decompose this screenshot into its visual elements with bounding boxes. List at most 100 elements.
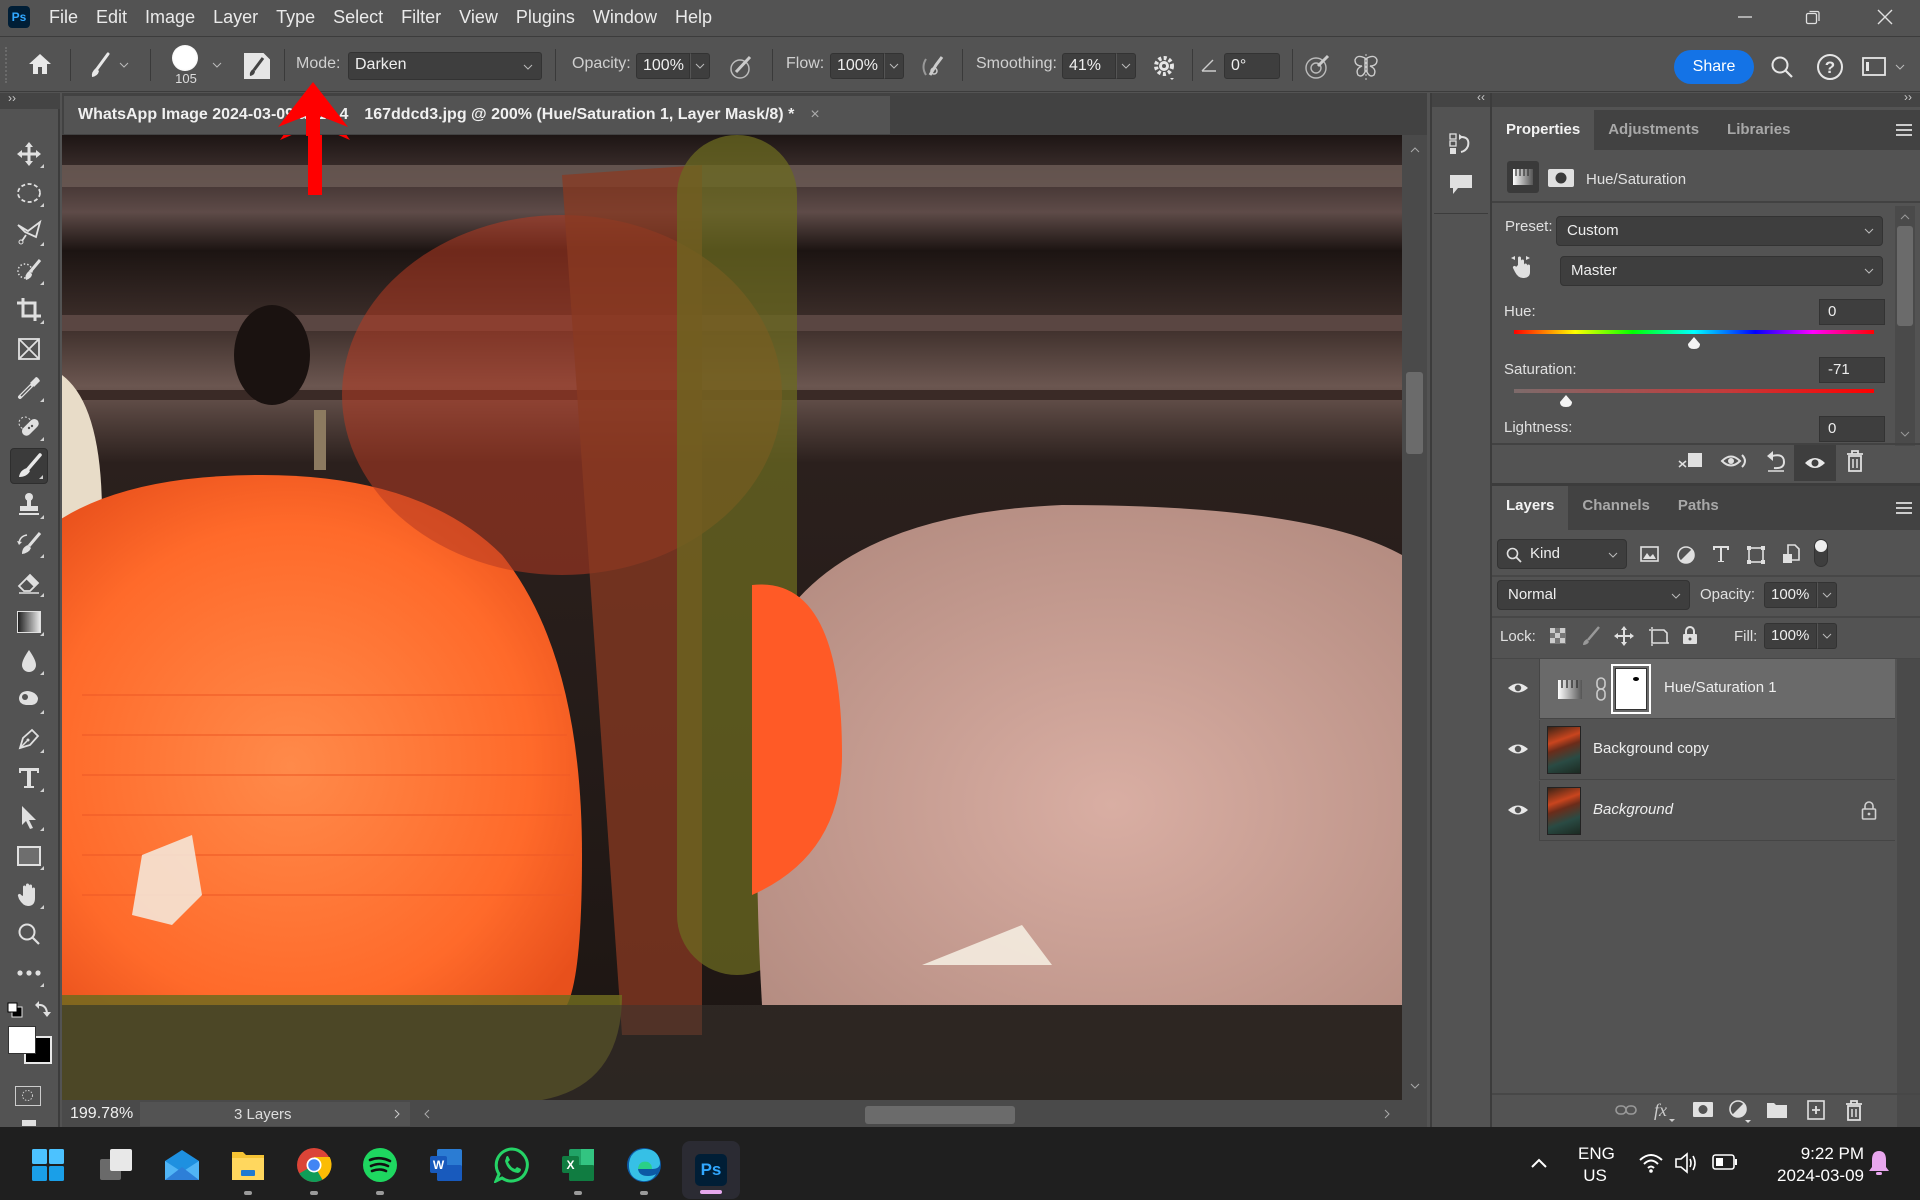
- filter-type-layers[interactable]: [1712, 545, 1730, 563]
- new-adjustment-layer-icon[interactable]: [1728, 1099, 1752, 1123]
- blend-mode-dropdown[interactable]: Normal: [1497, 580, 1690, 610]
- layers-panel-menu-icon[interactable]: [1896, 502, 1912, 514]
- tool-preset-picker[interactable]: [90, 51, 130, 79]
- layer-opacity-field[interactable]: 100%: [1764, 582, 1817, 608]
- start-button[interactable]: [28, 1145, 68, 1185]
- lightness-value-field[interactable]: 0: [1819, 416, 1885, 442]
- hue-slider-thumb[interactable]: [1687, 337, 1701, 349]
- menu-layer[interactable]: Layer: [204, 0, 267, 34]
- hue-value-field[interactable]: 0: [1819, 299, 1885, 325]
- toolbar-collapse-toggle[interactable]: ››: [0, 91, 60, 109]
- share-button[interactable]: Share: [1674, 50, 1754, 84]
- path-selection-tool[interactable]: [10, 799, 48, 835]
- menu-view[interactable]: View: [450, 0, 507, 34]
- targeted-adjustment-tool[interactable]: [1510, 253, 1534, 279]
- layer-visibility-eye-icon[interactable]: [1507, 741, 1529, 757]
- eraser-tool[interactable]: [10, 565, 48, 601]
- tab-properties[interactable]: Properties: [1492, 110, 1595, 150]
- taskbar-whatsapp[interactable]: [492, 1145, 532, 1185]
- zoom-tool[interactable]: [10, 916, 48, 952]
- layer-row-background[interactable]: Background: [1495, 781, 1895, 841]
- reset-adjustment-button[interactable]: [1764, 449, 1790, 473]
- menu-help[interactable]: Help: [666, 0, 721, 34]
- battery-icon[interactable]: [1712, 1154, 1738, 1170]
- menu-image[interactable]: Image: [136, 0, 204, 34]
- layer-row-hue-saturation-1[interactable]: Hue/Saturation 1: [1495, 659, 1895, 719]
- menu-file[interactable]: File: [40, 0, 87, 34]
- taskbar-mail[interactable]: [162, 1145, 202, 1185]
- foreground-color-swatch[interactable]: [8, 1026, 36, 1054]
- taskbar-spotify[interactable]: [360, 1145, 400, 1185]
- tab-adjustments[interactable]: Adjustments: [1594, 110, 1713, 150]
- dodge-tool[interactable]: [10, 682, 48, 718]
- layer-row-background-copy[interactable]: Background copy: [1495, 720, 1895, 780]
- minimize-button[interactable]: [1710, 0, 1780, 34]
- filter-adjustment-layers[interactable]: [1676, 545, 1696, 565]
- horizontal-scroll-thumb[interactable]: [865, 1106, 1015, 1124]
- menu-type[interactable]: Type: [267, 0, 324, 34]
- gradient-tool[interactable]: [10, 604, 48, 640]
- mask-properties-button[interactable]: [1548, 169, 1574, 187]
- layer-opacity-dropdown[interactable]: [1817, 582, 1837, 608]
- brush-picker-dropdown[interactable]: [212, 61, 222, 69]
- polygonal-lasso-tool[interactable]: [10, 214, 48, 250]
- fill-dropdown[interactable]: [1817, 623, 1837, 649]
- mask-link-chain-icon[interactable]: [1594, 677, 1608, 701]
- wifi-icon[interactable]: [1638, 1152, 1664, 1174]
- fill-field[interactable]: 100%: [1764, 623, 1817, 649]
- help-button[interactable]: ?: [1816, 53, 1844, 81]
- lock-all[interactable]: [1682, 625, 1698, 645]
- close-window-button[interactable]: [1850, 0, 1920, 34]
- link-layers-icon[interactable]: [1615, 1101, 1637, 1119]
- hand-tool[interactable]: [10, 877, 48, 913]
- saturation-value-field[interactable]: -71: [1819, 357, 1885, 383]
- history-brush-tool[interactable]: [10, 526, 48, 562]
- smoothing-field[interactable]: 41%: [1062, 53, 1116, 79]
- layer-visibility-eye-icon[interactable]: [1507, 802, 1529, 818]
- home-button[interactable]: [28, 53, 52, 75]
- rectangle-tool[interactable]: [10, 838, 48, 874]
- brush-size-preview-icon[interactable]: [172, 45, 198, 71]
- elliptical-marquee-tool[interactable]: [10, 175, 48, 211]
- brush-angle-field[interactable]: 0°: [1224, 53, 1280, 79]
- crop-tool[interactable]: [10, 292, 48, 328]
- blur-tool[interactable]: [10, 643, 48, 679]
- document-info-status[interactable]: 3 Layers: [140, 1102, 410, 1126]
- smoothing-dropdown[interactable]: [1116, 53, 1136, 79]
- channel-dropdown[interactable]: Master: [1560, 256, 1883, 286]
- layer-visibility-eye-icon[interactable]: [1507, 680, 1529, 696]
- quick-mask-button[interactable]: [15, 1086, 41, 1106]
- panels-header[interactable]: ››: [1492, 90, 1920, 107]
- quick-selection-tool[interactable]: [10, 253, 48, 289]
- taskbar-edge[interactable]: [624, 1145, 664, 1185]
- eyedropper-tool[interactable]: [10, 370, 48, 406]
- properties-panel-menu-icon[interactable]: [1896, 124, 1912, 136]
- new-group-folder-icon[interactable]: [1766, 1100, 1788, 1120]
- clone-stamp-tool[interactable]: [10, 487, 48, 523]
- options-bar-grip[interactable]: [5, 47, 8, 83]
- menu-window[interactable]: Window: [584, 0, 666, 34]
- history-panel-button[interactable]: [1448, 133, 1474, 157]
- hue-slider-track[interactable]: [1514, 330, 1874, 334]
- tab-libraries[interactable]: Libraries: [1713, 110, 1804, 150]
- close-document-button[interactable]: ×: [810, 106, 819, 124]
- tab-channels[interactable]: Channels: [1568, 486, 1664, 530]
- tab-paths[interactable]: Paths: [1664, 486, 1733, 530]
- pressure-opacity-toggle[interactable]: [728, 53, 756, 81]
- dock-header[interactable]: ‹‹: [1432, 90, 1490, 107]
- taskbar-photoshop[interactable]: Ps: [682, 1141, 740, 1199]
- edit-toolbar-button[interactable]: [10, 955, 48, 991]
- menu-filter[interactable]: Filter: [392, 0, 450, 34]
- volume-icon[interactable]: [1674, 1151, 1700, 1175]
- show-hidden-icons-chevron-up-icon[interactable]: [1530, 1157, 1548, 1169]
- move-tool[interactable]: [10, 136, 48, 172]
- menu-select[interactable]: Select: [324, 0, 392, 34]
- language-indicator[interactable]: ENG US: [1578, 1143, 1615, 1187]
- restore-button[interactable]: [1778, 0, 1848, 34]
- flow-dropdown[interactable]: [884, 53, 904, 79]
- workspace-switcher[interactable]: [1862, 57, 1908, 77]
- saturation-slider-thumb[interactable]: [1559, 395, 1573, 407]
- airbrush-toggle[interactable]: [920, 53, 948, 81]
- filter-smart-objects[interactable]: [1782, 544, 1800, 564]
- document-tab[interactable]: WhatsApp Image 2024-03-09 at 18.4 167ddc…: [64, 96, 890, 134]
